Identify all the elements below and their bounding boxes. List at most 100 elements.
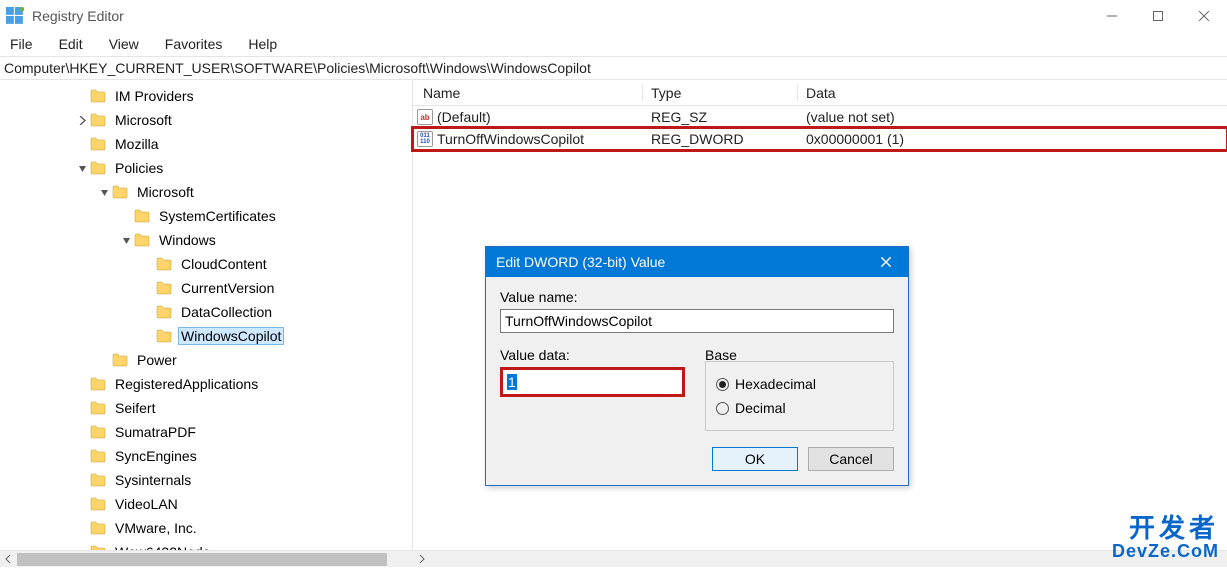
tree-item[interactable]: SystemCertificates [0, 204, 412, 228]
expander-icon[interactable] [74, 472, 90, 488]
tree-item[interactable]: DataCollection [0, 300, 412, 324]
tree-item[interactable]: Power [0, 348, 412, 372]
expander-icon[interactable] [74, 496, 90, 512]
tree-item[interactable]: SumatraPDF [0, 420, 412, 444]
tree-hscrollbar[interactable] [0, 550, 1227, 567]
tree-item[interactable]: Microsoft [0, 180, 412, 204]
tree-item[interactable]: IM Providers [0, 84, 412, 108]
app-title: Registry Editor [32, 8, 124, 24]
expander-icon[interactable] [74, 160, 90, 176]
scroll-left-icon[interactable] [0, 551, 17, 568]
tree-item-label: CurrentVersion [178, 280, 277, 296]
value-icon: ab [417, 109, 433, 125]
expander-icon[interactable] [74, 448, 90, 464]
ok-button[interactable]: OK [712, 447, 798, 471]
tree-item-label: IM Providers [112, 88, 197, 104]
tree-item[interactable]: CurrentVersion [0, 276, 412, 300]
list-row[interactable]: 011110TurnOffWindowsCopilotREG_DWORD0x00… [413, 128, 1227, 150]
tree-item[interactable]: Seifert [0, 396, 412, 420]
address-bar[interactable]: Computer\HKEY_CURRENT_USER\SOFTWARE\Poli… [0, 56, 1227, 80]
folder-icon [156, 329, 172, 343]
folder-icon [112, 185, 128, 199]
expander-icon[interactable] [74, 544, 90, 550]
tree-item-label: SumatraPDF [112, 424, 199, 440]
expander-icon[interactable] [74, 88, 90, 104]
expander-icon[interactable] [96, 184, 112, 200]
title-bar: Registry Editor [0, 0, 1227, 32]
tree-item-label: Seifert [112, 400, 158, 416]
dialog-close-button[interactable] [864, 247, 908, 277]
expander-icon[interactable] [140, 256, 156, 272]
column-data[interactable]: Data [798, 85, 1227, 101]
folder-icon [90, 521, 106, 535]
tree-item[interactable]: VideoLAN [0, 492, 412, 516]
tree-item[interactable]: WindowsCopilot [0, 324, 412, 348]
folder-icon [156, 305, 172, 319]
tree-item[interactable]: Mozilla [0, 132, 412, 156]
menu-view[interactable]: View [97, 34, 151, 54]
expander-icon[interactable] [74, 520, 90, 536]
watermark: 开发者 DevZe.CoM [1112, 515, 1219, 561]
edit-dword-dialog: Edit DWORD (32-bit) Value Value name: Tu… [485, 246, 909, 486]
folder-icon [90, 401, 106, 415]
maximize-button[interactable] [1135, 1, 1181, 31]
radio-hexadecimal[interactable]: Hexadecimal [716, 372, 883, 396]
close-button[interactable] [1181, 1, 1227, 31]
tree-item-label: VideoLAN [112, 496, 181, 512]
cancel-button[interactable]: Cancel [808, 447, 894, 471]
tree-item[interactable]: Wow6432Node [0, 540, 412, 550]
folder-icon [134, 233, 150, 247]
column-type[interactable]: Type [643, 85, 798, 101]
menu-file[interactable]: File [6, 34, 45, 54]
menu-favorites[interactable]: Favorites [153, 34, 235, 54]
tree-item[interactable]: Windows [0, 228, 412, 252]
expander-icon[interactable] [96, 352, 112, 368]
tree-item-label: Power [134, 352, 180, 368]
expander-icon[interactable] [118, 232, 134, 248]
tree-item[interactable]: Microsoft [0, 108, 412, 132]
expander-icon[interactable] [74, 136, 90, 152]
value-name-input[interactable]: TurnOffWindowsCopilot [500, 309, 894, 333]
tree-item[interactable]: CloudContent [0, 252, 412, 276]
tree-item[interactable]: Policies [0, 156, 412, 180]
tree-item-label: Sysinternals [112, 472, 194, 488]
list-row[interactable]: ab(Default)REG_SZ(value not set) [413, 106, 1227, 128]
expander-icon[interactable] [118, 208, 134, 224]
folder-icon [90, 137, 106, 151]
folder-icon [90, 113, 106, 127]
dialog-title-bar[interactable]: Edit DWORD (32-bit) Value [486, 247, 908, 277]
column-name[interactable]: Name [413, 85, 643, 101]
expander-icon[interactable] [74, 112, 90, 128]
tree-item[interactable]: RegisteredApplications [0, 372, 412, 396]
radio-decimal[interactable]: Decimal [716, 396, 883, 420]
expander-icon[interactable] [140, 280, 156, 296]
menu-edit[interactable]: Edit [47, 34, 95, 54]
scroll-thumb[interactable] [17, 553, 387, 566]
expander-icon[interactable] [74, 424, 90, 440]
folder-icon [112, 353, 128, 367]
value-data-input[interactable]: 1 [500, 367, 685, 397]
tree-item[interactable]: SyncEngines [0, 444, 412, 468]
folder-icon [90, 497, 106, 511]
tree-item-label: CloudContent [178, 256, 270, 272]
folder-icon [90, 449, 106, 463]
value-data-label: Value data: [500, 347, 685, 363]
tree-item[interactable]: VMware, Inc. [0, 516, 412, 540]
menu-help[interactable]: Help [236, 34, 289, 54]
expander-icon[interactable] [140, 304, 156, 320]
expander-icon[interactable] [140, 328, 156, 344]
tree-pane[interactable]: IM ProvidersMicrosoftMozillaPoliciesMicr… [0, 80, 413, 550]
value-data: 0x00000001 (1) [798, 131, 1227, 147]
tree-item-label: Wow6432Node [112, 544, 213, 550]
value-type: REG_SZ [643, 109, 798, 125]
minimize-button[interactable] [1089, 1, 1135, 31]
value-data: (value not set) [798, 109, 1227, 125]
tree-item-label: Microsoft [134, 184, 197, 200]
folder-icon [90, 161, 106, 175]
scroll-right-icon[interactable] [412, 551, 429, 568]
expander-icon[interactable] [74, 376, 90, 392]
folder-icon [156, 257, 172, 271]
tree-item[interactable]: Sysinternals [0, 468, 412, 492]
value-icon: 011110 [417, 131, 433, 147]
expander-icon[interactable] [74, 400, 90, 416]
